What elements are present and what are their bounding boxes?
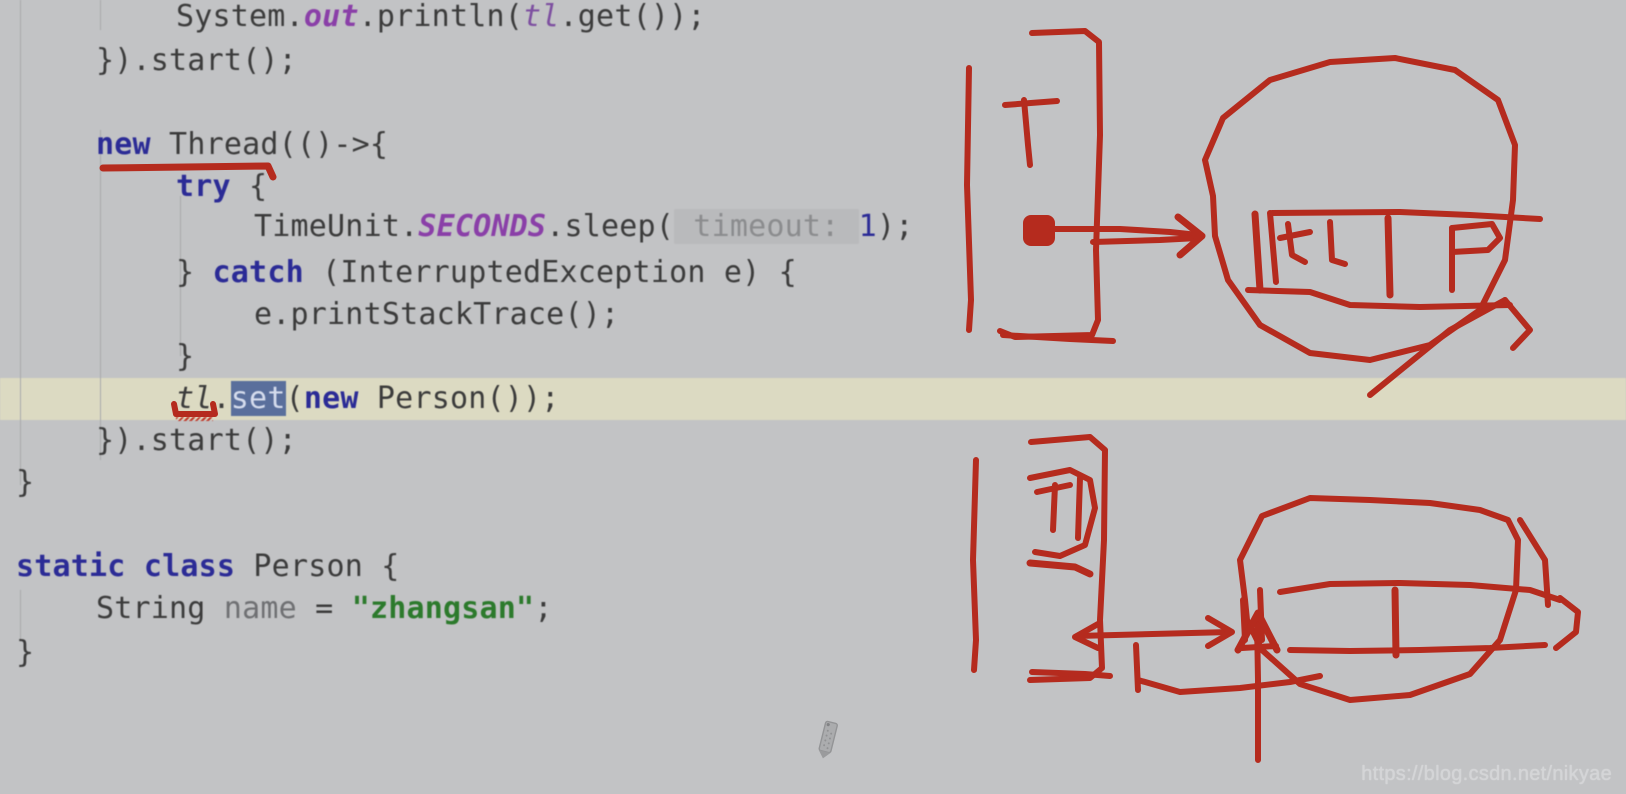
token-tl-error: tl xyxy=(176,381,213,416)
code-line-sleep[interactable]: TimeUnit.SECONDS.sleep( timeout: 1); xyxy=(254,209,914,244)
code-editor[interactable]: System.out.println(tl.get()); }).start()… xyxy=(0,0,1626,794)
code-line-close-catch[interactable]: } xyxy=(176,342,194,372)
token-person-name: Person { xyxy=(235,549,400,584)
code-line-try[interactable]: try { xyxy=(176,172,267,202)
token-set-open: ( xyxy=(285,381,304,416)
token-sleep-arg: 1 xyxy=(858,209,877,244)
token-timeunit: TimeUnit. xyxy=(254,209,419,244)
token-println: .println( xyxy=(358,0,523,34)
code-line-start-1[interactable]: }).start(); xyxy=(96,46,297,76)
token-try-open: { xyxy=(230,169,268,204)
token-zhangsan: "zhangsan" xyxy=(351,591,535,626)
token-keyword-static: static xyxy=(16,549,126,584)
screenshot-root: System.out.println(tl.get()); }).start()… xyxy=(0,0,1626,794)
token-sleep: .sleep( xyxy=(546,209,675,244)
token-get: .get()); xyxy=(559,0,706,34)
token-out: out xyxy=(303,0,359,34)
token-system: System xyxy=(176,0,286,34)
token-catch-signature: (InterruptedException e) { xyxy=(303,255,797,290)
token-keyword-class: class xyxy=(143,549,236,584)
watermark-text: https://blog.csdn.net/nikyae xyxy=(1361,763,1612,785)
token-string-type: String xyxy=(96,591,224,626)
token-name-field: name xyxy=(223,591,297,626)
token-brace-close-3: } xyxy=(16,635,35,670)
token-brace-close-2: } xyxy=(16,465,35,500)
token-semicolon: ; xyxy=(534,591,553,626)
token-equals: = xyxy=(296,591,352,626)
token-sleep-close: ); xyxy=(876,209,914,244)
indent-guide xyxy=(20,0,21,485)
parameter-hint-timeout: timeout: xyxy=(674,209,859,244)
token-person-call: Person()); xyxy=(358,381,560,416)
token-keyword-new-2: new xyxy=(303,381,359,416)
token-dot: . xyxy=(285,0,304,34)
token-catch-pre: } xyxy=(176,255,213,290)
code-line-catch[interactable]: } catch (InterruptedException e) { xyxy=(176,258,797,288)
indent-guide xyxy=(100,0,101,30)
indent-guide xyxy=(20,590,21,640)
code-line-start-2[interactable]: }).start(); xyxy=(96,426,297,456)
token-brace-close: } xyxy=(176,339,195,374)
code-line-printstacktrace[interactable]: e.printStackTrace(); xyxy=(254,300,619,330)
token-keyword-try: try xyxy=(176,169,231,204)
token-start-close-2: }).start(); xyxy=(96,423,297,458)
token-seconds: SECONDS xyxy=(418,209,547,244)
code-line-close-method[interactable]: } xyxy=(16,468,34,498)
code-line-close-class[interactable]: } xyxy=(16,638,34,668)
code-line-tl-set[interactable]: tl.set(new Person()); xyxy=(176,381,560,416)
code-line-println[interactable]: System.out.println(tl.get()); xyxy=(176,2,706,32)
code-line-new-thread[interactable]: new Thread(()->{ xyxy=(96,130,388,160)
token-printstacktrace: e.printStackTrace(); xyxy=(254,297,620,332)
token-thread-open: Thread(()->{ xyxy=(150,127,389,162)
code-line-name-field[interactable]: String name = "zhangsan"; xyxy=(96,594,553,624)
token-set-selected[interactable]: set xyxy=(230,381,286,416)
token-keyword-catch: catch xyxy=(212,255,304,290)
token-tl: tl xyxy=(523,0,560,34)
code-line-static-class[interactable]: static class Person { xyxy=(16,552,400,582)
indent-guide xyxy=(100,130,101,460)
token-keyword-new: new xyxy=(96,127,151,162)
token-space-1 xyxy=(126,549,144,584)
token-dot2: . xyxy=(212,381,231,416)
token-start-close: }).start(); xyxy=(96,43,297,78)
